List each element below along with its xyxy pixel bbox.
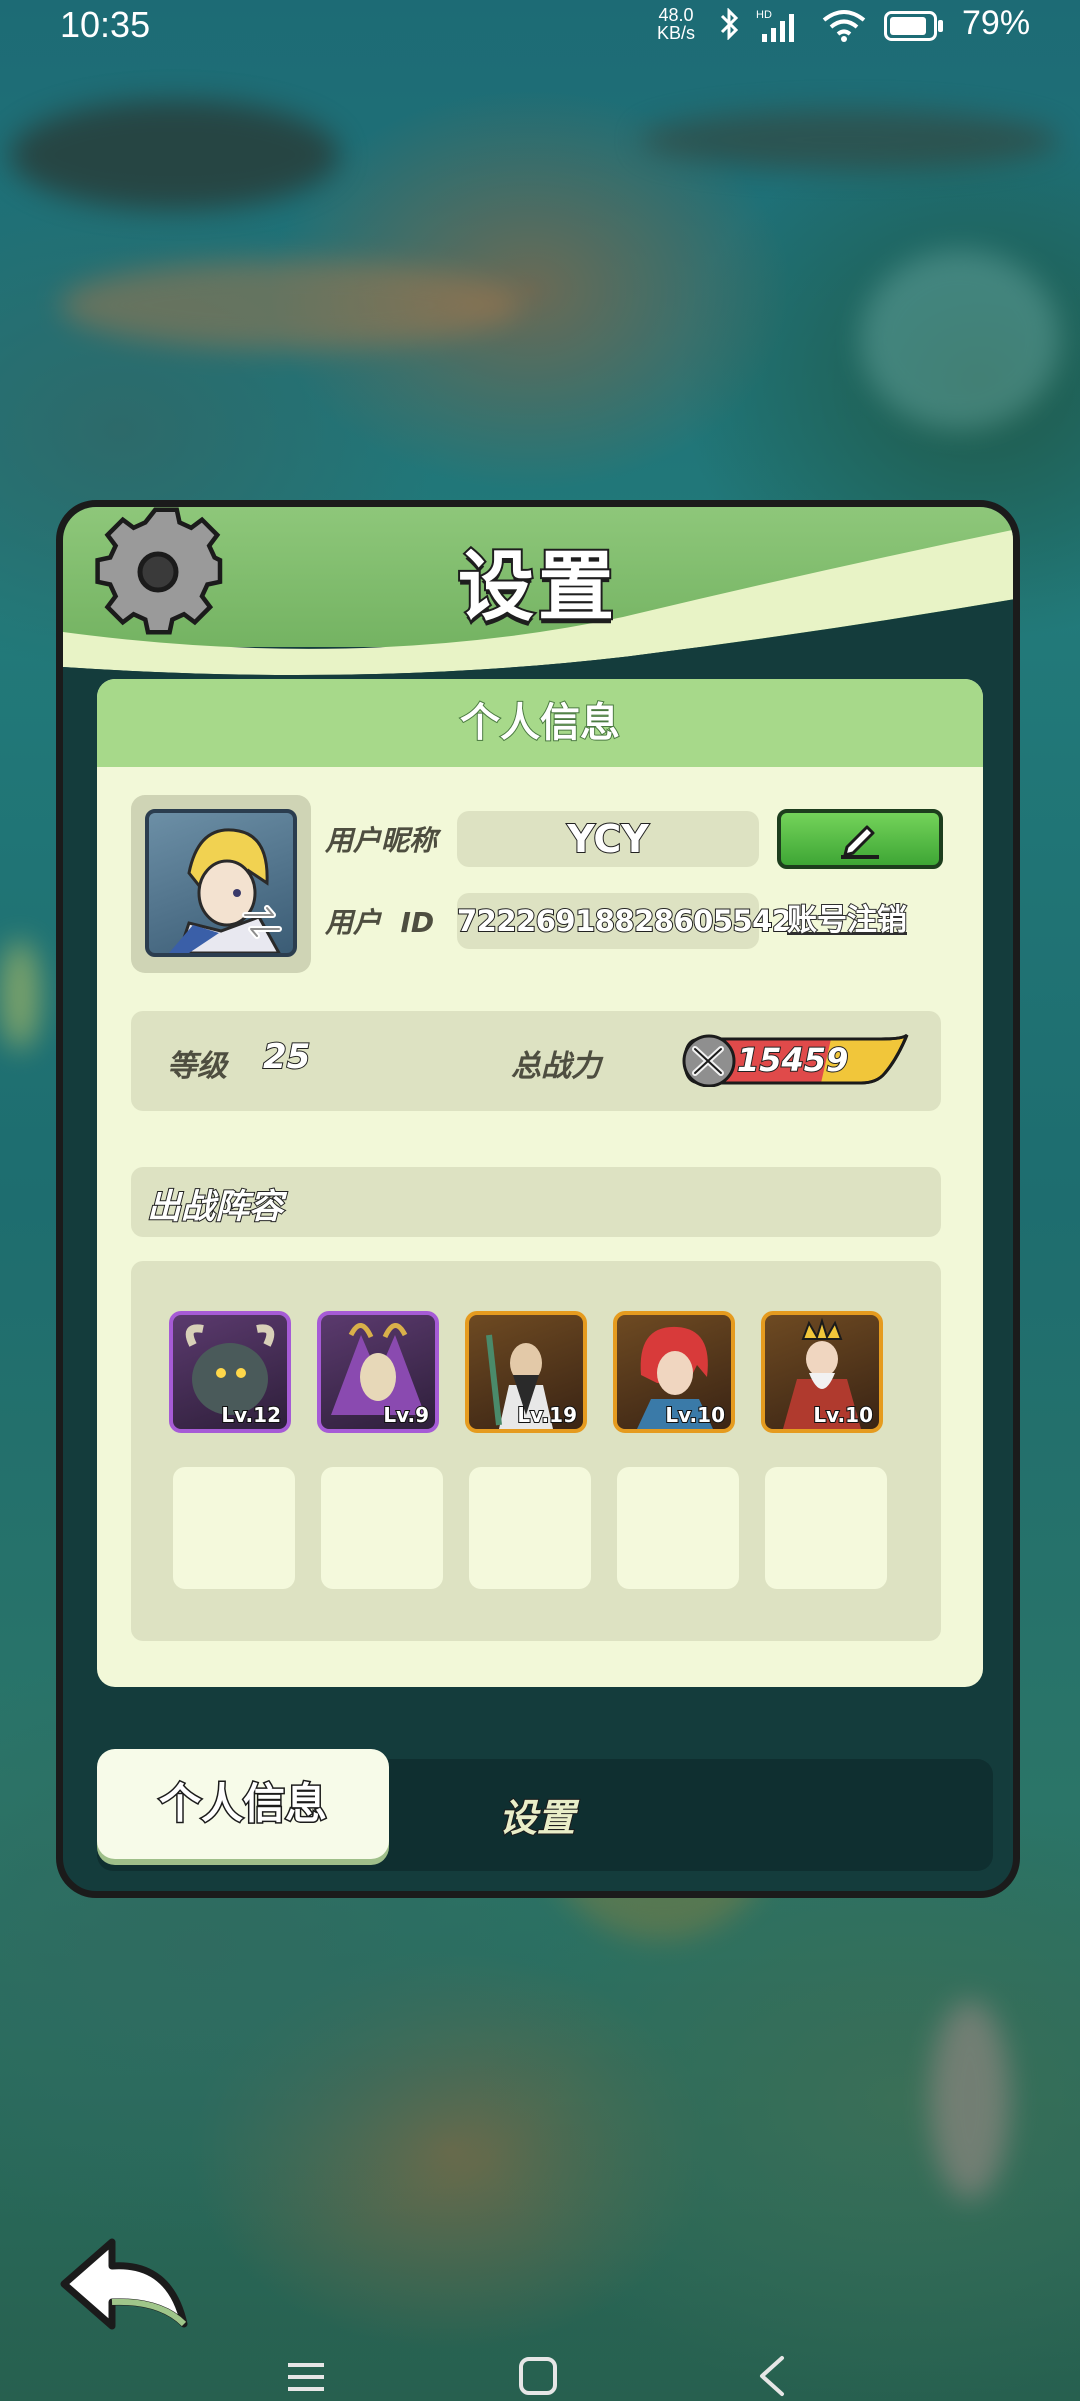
hero-level: Lv.10 bbox=[812, 1402, 874, 1428]
network-speed-unit: KB/s bbox=[657, 23, 696, 43]
tab-personal-info[interactable]: 个人信息 bbox=[97, 1749, 389, 1859]
system-nav-bar bbox=[0, 2340, 1080, 2401]
avatar-frame[interactable] bbox=[131, 795, 311, 973]
hero-card-3[interactable]: Lv.19 bbox=[465, 1311, 587, 1433]
lineup-header: 出战阵容 bbox=[131, 1167, 941, 1237]
hero-card-5[interactable]: Lv.10 bbox=[761, 1311, 883, 1433]
empty-slot[interactable] bbox=[765, 1467, 887, 1589]
hero-card-2[interactable]: Lv.9 bbox=[317, 1311, 439, 1433]
background-blob bbox=[930, 2000, 1010, 2200]
menu-icon[interactable] bbox=[286, 2360, 326, 2394]
power-badge: 15459 bbox=[681, 1033, 911, 1088]
tab-bar: 个人信息 设置 bbox=[97, 1749, 993, 1871]
lineup-grid: Lv.12 Lv.9 Lv.19 Lv.10 Lv.10 bbox=[131, 1261, 941, 1641]
hero-level: Lv.19 bbox=[516, 1402, 578, 1428]
user-id-field: 72226918828605542 bbox=[456, 893, 793, 949]
background-blob bbox=[860, 250, 1060, 430]
network-speed: 48.0 KB/s bbox=[657, 6, 695, 42]
background-blob bbox=[0, 940, 40, 1050]
hero-level: Lv.10 bbox=[664, 1402, 726, 1428]
nickname-field: YCY bbox=[457, 811, 759, 867]
avatar[interactable] bbox=[145, 809, 297, 957]
wifi-icon bbox=[822, 10, 866, 42]
home-icon[interactable] bbox=[518, 2356, 558, 2396]
background-blob bbox=[60, 260, 520, 350]
dialog-title: 设置 bbox=[456, 540, 618, 633]
level-label: 等级 bbox=[167, 1049, 227, 1084]
background-blob bbox=[640, 110, 1060, 170]
user-id-value: 72226918828605542 bbox=[456, 903, 793, 939]
nickname-value: YCY bbox=[566, 816, 650, 862]
nickname-label: 用户昵称 bbox=[325, 824, 438, 857]
back-arrow-icon[interactable] bbox=[54, 2228, 194, 2338]
network-speed-value: 48.0 bbox=[658, 5, 694, 25]
status-time: 10:35 bbox=[60, 4, 151, 45]
hero-level: Lv.12 bbox=[220, 1402, 282, 1428]
empty-slot[interactable] bbox=[173, 1467, 295, 1589]
edit-nickname-button[interactable] bbox=[777, 809, 943, 869]
settings-dialog: 设置 个人信息 用户昵称 YCY 用户 ID 72226918828605542… bbox=[56, 500, 1020, 1898]
cancel-account-link[interactable]: 账号注销 bbox=[786, 895, 908, 939]
stats-row: 等级 25 总战力 15459 bbox=[131, 1011, 941, 1111]
personal-info-panel: 个人信息 用户昵称 YCY 用户 ID 72226918828605542 账号… bbox=[97, 679, 983, 1687]
lineup-title: 出战阵容 bbox=[146, 1186, 284, 1228]
status-bar: 10:35 48.0 KB/s HD 79% bbox=[0, 0, 1080, 52]
battery-percent: 79% bbox=[962, 4, 1031, 42]
section-title: 个人信息 bbox=[97, 679, 983, 767]
edit-pencil-icon bbox=[841, 825, 879, 859]
swap-icon[interactable] bbox=[239, 899, 285, 945]
hero-level: Lv.9 bbox=[382, 1402, 430, 1428]
signal-icon: HD bbox=[756, 9, 794, 42]
empty-slot[interactable] bbox=[469, 1467, 591, 1589]
dialog-header: 设置 bbox=[63, 507, 1013, 677]
bluetooth-icon bbox=[720, 8, 739, 40]
battery-icon bbox=[884, 11, 943, 41]
empty-slot[interactable] bbox=[617, 1467, 739, 1589]
background-blob bbox=[10, 100, 340, 210]
empty-slot[interactable] bbox=[321, 1467, 443, 1589]
tab-settings[interactable]: 设置 bbox=[498, 1787, 576, 1842]
user-id-label: 用户 ID bbox=[325, 906, 435, 939]
power-value: 15459 bbox=[736, 1040, 849, 1080]
hero-card-4[interactable]: Lv.10 bbox=[613, 1311, 735, 1433]
hero-card-1[interactable]: Lv.12 bbox=[169, 1311, 291, 1433]
nav-back-icon[interactable] bbox=[756, 2354, 786, 2398]
signal-hd-label: HD bbox=[756, 9, 772, 21]
power-label: 总战力 bbox=[511, 1049, 601, 1084]
level-value: 25 bbox=[262, 1036, 311, 1078]
